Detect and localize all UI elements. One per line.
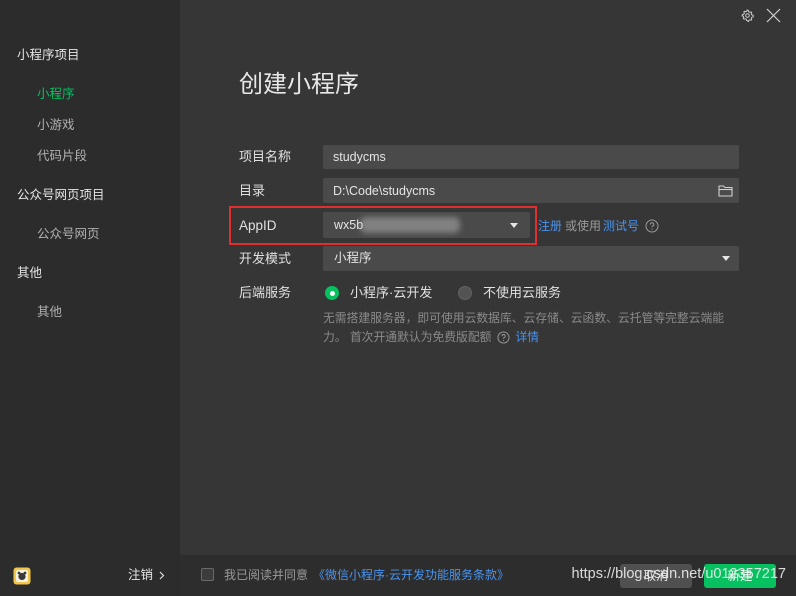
or-use-text: 或使用 xyxy=(565,219,602,233)
backend-description-line2: 力。 首次开通默认为免费版配额 xyxy=(323,330,492,344)
directory-label: 目录 xyxy=(239,183,266,198)
radio-cloud-dev[interactable] xyxy=(325,286,339,300)
dev-mode-label: 开发模式 xyxy=(239,251,292,266)
sidebar: 小程序项目 小程序 小游戏 代码片段 公众号网页项目 公众号网页 其他 其他 注… xyxy=(0,0,180,596)
backend-description-line1: 无需搭建服务器，即可使用云数据库、云存储、云函数、云托管等完整云端能 xyxy=(323,311,725,325)
caret-down-icon xyxy=(510,223,518,228)
terms-link[interactable]: 《微信小程序·云开发功能服务条款》 xyxy=(313,567,509,583)
sidebar-item-miniprogram[interactable]: 小程序 xyxy=(37,86,75,102)
question-circle-icon[interactable] xyxy=(497,330,510,344)
cancel-button[interactable]: 取消 xyxy=(620,564,692,588)
sidebar-item-official-account-web[interactable]: 公众号网页 xyxy=(37,226,100,242)
dev-mode-select[interactable]: 小程序 xyxy=(323,246,739,271)
project-name-label: 项目名称 xyxy=(239,149,292,164)
radio-cloud-dev-label[interactable]: 小程序·云开发 xyxy=(350,285,432,301)
appid-select[interactable]: wx5b xyxy=(323,212,530,238)
sidebar-item-minigame[interactable]: 小游戏 xyxy=(37,117,75,133)
sidebar-section-miniprogram-projects: 小程序项目 xyxy=(17,48,80,62)
logout-label: 注销 xyxy=(128,568,154,582)
caret-down-icon xyxy=(722,256,730,261)
appid-links: 注册 或使用 测试号 xyxy=(538,218,659,234)
page-title: 创建小程序 xyxy=(239,71,359,98)
sidebar-section-official-account-web: 公众号网页项目 xyxy=(17,188,105,202)
radio-no-cloud[interactable] xyxy=(458,286,472,300)
folder-icon[interactable] xyxy=(718,184,733,197)
chevron-right-icon xyxy=(159,571,165,579)
sidebar-item-code-snippet[interactable]: 代码片段 xyxy=(37,148,87,164)
avatar-icon xyxy=(13,567,31,585)
project-name-input[interactable] xyxy=(323,145,739,169)
register-link[interactable]: 注册 xyxy=(538,218,562,234)
agree-text: 我已阅读并同意 xyxy=(224,568,309,582)
logout-button[interactable]: 注销 xyxy=(128,565,165,585)
redacted-blur xyxy=(360,217,460,233)
question-circle-icon[interactable] xyxy=(645,219,659,233)
sidebar-section-other: 其他 xyxy=(17,266,43,280)
dev-mode-value: 小程序 xyxy=(334,251,372,265)
gear-icon[interactable] xyxy=(741,9,754,22)
directory-input[interactable] xyxy=(323,178,739,203)
appid-label: AppID xyxy=(239,218,277,233)
sidebar-item-other[interactable]: 其他 xyxy=(37,304,62,320)
close-icon[interactable] xyxy=(766,8,781,23)
backend-description-line2-row: 力。 首次开通默认为免费版配额 详情 xyxy=(323,329,539,345)
details-link[interactable]: 详情 xyxy=(515,329,539,345)
test-account-link[interactable]: 测试号 xyxy=(603,218,639,234)
appid-value: wx5b xyxy=(334,218,364,232)
radio-no-cloud-label[interactable]: 不使用云服务 xyxy=(483,285,561,301)
create-button[interactable]: 新建 xyxy=(704,564,776,588)
backend-service-label: 后端服务 xyxy=(239,285,292,300)
create-miniprogram-dialog: 小程序项目 小程序 小游戏 代码片段 公众号网页项目 公众号网页 其他 其他 注… xyxy=(0,0,796,596)
agree-checkbox[interactable] xyxy=(201,568,214,581)
